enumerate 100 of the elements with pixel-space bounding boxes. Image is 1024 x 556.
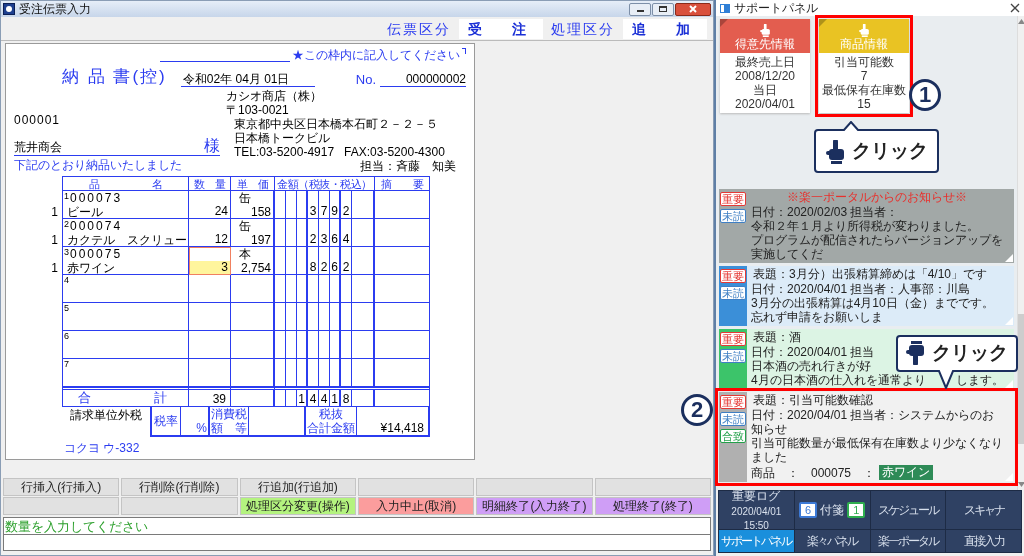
row-number: 4 bbox=[63, 275, 70, 285]
table-cell bbox=[375, 247, 430, 275]
table-cell bbox=[352, 303, 375, 331]
field-label: 処理区分 bbox=[550, 19, 616, 39]
unit: 缶 bbox=[238, 219, 251, 233]
nav-tab[interactable]: 楽一ポータル bbox=[870, 530, 946, 552]
message-field: 数量を入力してください bbox=[4, 518, 710, 535]
card-text: 2008/12/20 bbox=[734, 69, 796, 83]
notice-badge: 未読 bbox=[720, 209, 746, 223]
nav-tab[interactable]: 直接入力 bbox=[946, 530, 1021, 552]
table-cell: 数 量 bbox=[189, 176, 231, 191]
form-code: コクヨ ウ-332 bbox=[64, 441, 140, 455]
minimize-button[interactable] bbox=[629, 2, 651, 16]
function-button[interactable]: 行挿入(行挿入) bbox=[3, 478, 120, 496]
table-cell: 税率 bbox=[150, 407, 180, 437]
page-fold-icon bbox=[1004, 380, 1013, 388]
table-cell: 合 計 bbox=[62, 387, 189, 407]
unit-price: 197 bbox=[250, 233, 272, 247]
close-icon[interactable] bbox=[1010, 3, 1020, 13]
table-cell: 2 bbox=[308, 219, 319, 247]
table-cell: 4 bbox=[308, 390, 319, 407]
info-card[interactable]: 得意先情報 最終売上日 2008/12/20 当日 2020/04/01 bbox=[720, 19, 810, 113]
panel-icon bbox=[720, 3, 730, 13]
row-marker: 1 bbox=[51, 205, 58, 219]
nav-tab[interactable]: スケジュール bbox=[870, 491, 946, 529]
function-button[interactable]: 処理区分変更(操作) bbox=[239, 497, 356, 515]
nav-text: 15:50 bbox=[743, 519, 769, 531]
table-cell: 9 bbox=[330, 191, 341, 219]
sender-phone: TEL:03-5200-4917 bbox=[234, 145, 335, 159]
table-cell bbox=[297, 303, 308, 331]
maximize-button[interactable] bbox=[652, 2, 674, 16]
product-label: 商品 ： 000075 ： bbox=[751, 465, 876, 480]
total-amount-label: 税抜 bbox=[319, 407, 343, 421]
nav-tab[interactable]: サポートパネル bbox=[719, 530, 794, 552]
table-cell bbox=[375, 359, 430, 387]
unit-price: 2,754 bbox=[240, 261, 272, 275]
table-cell bbox=[319, 331, 330, 359]
notice-text: 忘れず申請をお願いしま bbox=[751, 310, 883, 324]
nav-tab[interactable]: 重要ログ 2020/04/01 15:50 bbox=[719, 491, 794, 529]
row-number: 1 bbox=[63, 191, 70, 201]
nav-text: 付箋 bbox=[820, 502, 845, 519]
page-fold-icon bbox=[1004, 254, 1013, 262]
table-cell: 3 bbox=[308, 191, 319, 219]
function-button[interactable]: 明細終了(入力終了) bbox=[476, 497, 593, 515]
table-cell bbox=[231, 331, 275, 359]
card-text: 7 bbox=[860, 69, 868, 83]
scroll-down-icon[interactable] bbox=[1018, 482, 1024, 487]
field-value: 受 注 bbox=[459, 19, 543, 39]
scroll-up-icon[interactable] bbox=[1018, 19, 1024, 24]
close-button[interactable] bbox=[675, 2, 711, 16]
nav-tab[interactable]: スキャナ bbox=[946, 491, 1021, 529]
card-title: 得意先情報 bbox=[735, 37, 795, 51]
table-cell bbox=[341, 275, 352, 303]
notice-date: 日付：2020/04/01 担当者：システムからのお知らせ bbox=[751, 408, 996, 436]
table-cell: 8 bbox=[308, 247, 319, 275]
date-field: 令和02年 04月 01日 bbox=[180, 72, 315, 87]
scrollbar[interactable] bbox=[1016, 16, 1024, 490]
function-button[interactable]: 行追加(行追加) bbox=[239, 478, 356, 496]
table-cell bbox=[231, 359, 275, 387]
table-cell bbox=[375, 219, 430, 247]
table-cell bbox=[375, 191, 430, 219]
corner-fold-icon bbox=[819, 19, 827, 27]
nav-tab[interactable]: 6 付箋 1 bbox=[794, 491, 870, 529]
function-button[interactable]: 処理終了(終了) bbox=[594, 497, 711, 515]
table-cell bbox=[341, 303, 352, 331]
notice-badge: 重要 bbox=[720, 192, 746, 206]
table-cell: 24 bbox=[189, 191, 231, 219]
notice-badge: 未読 bbox=[720, 412, 746, 426]
table-cell bbox=[308, 275, 319, 303]
table-cell: 4 bbox=[341, 219, 352, 247]
delivery-message: 下記のとおり納品いたしました bbox=[14, 158, 182, 173]
row-marker: 1 bbox=[51, 233, 58, 247]
item-code: 000073 bbox=[70, 191, 123, 205]
unit: 本 bbox=[238, 247, 251, 261]
table-cell bbox=[297, 331, 308, 359]
notice-badge: 未読 bbox=[720, 349, 746, 363]
function-button[interactable]: 入力中止(取消) bbox=[358, 497, 475, 515]
table-cell bbox=[275, 303, 286, 331]
table-cell bbox=[286, 247, 297, 275]
function-button[interactable]: 行削除(行削除) bbox=[121, 478, 238, 496]
table-cell bbox=[297, 247, 308, 275]
table-cell bbox=[286, 191, 297, 219]
honorific: 様 bbox=[204, 137, 220, 155]
notice-text: 日本酒の売れ行きが好 bbox=[751, 359, 871, 373]
tax-mode: 請求単位外税 bbox=[70, 408, 142, 424]
table-cell bbox=[330, 331, 341, 359]
table-cell bbox=[352, 247, 375, 275]
notice-date: 日付：2020/04/01 担当 bbox=[751, 345, 875, 359]
info-card[interactable]: 商品情報 引当可能数 7 最低保有在庫数 15 bbox=[819, 19, 909, 113]
row-number: 7 bbox=[63, 359, 70, 369]
item-code: 000074 bbox=[70, 219, 123, 233]
nav-tab[interactable]: 楽々パネル bbox=[794, 530, 870, 552]
scroll-thumb[interactable] bbox=[1017, 314, 1024, 444]
table-cell bbox=[352, 219, 375, 247]
input-field[interactable] bbox=[4, 535, 710, 550]
document-title: 納 品 書(控) bbox=[62, 66, 167, 87]
nav-text: 重要ログ bbox=[732, 489, 781, 503]
row-number: 3 bbox=[63, 247, 70, 257]
table-cell bbox=[297, 219, 308, 247]
notice-text: します。 bbox=[955, 373, 1004, 387]
